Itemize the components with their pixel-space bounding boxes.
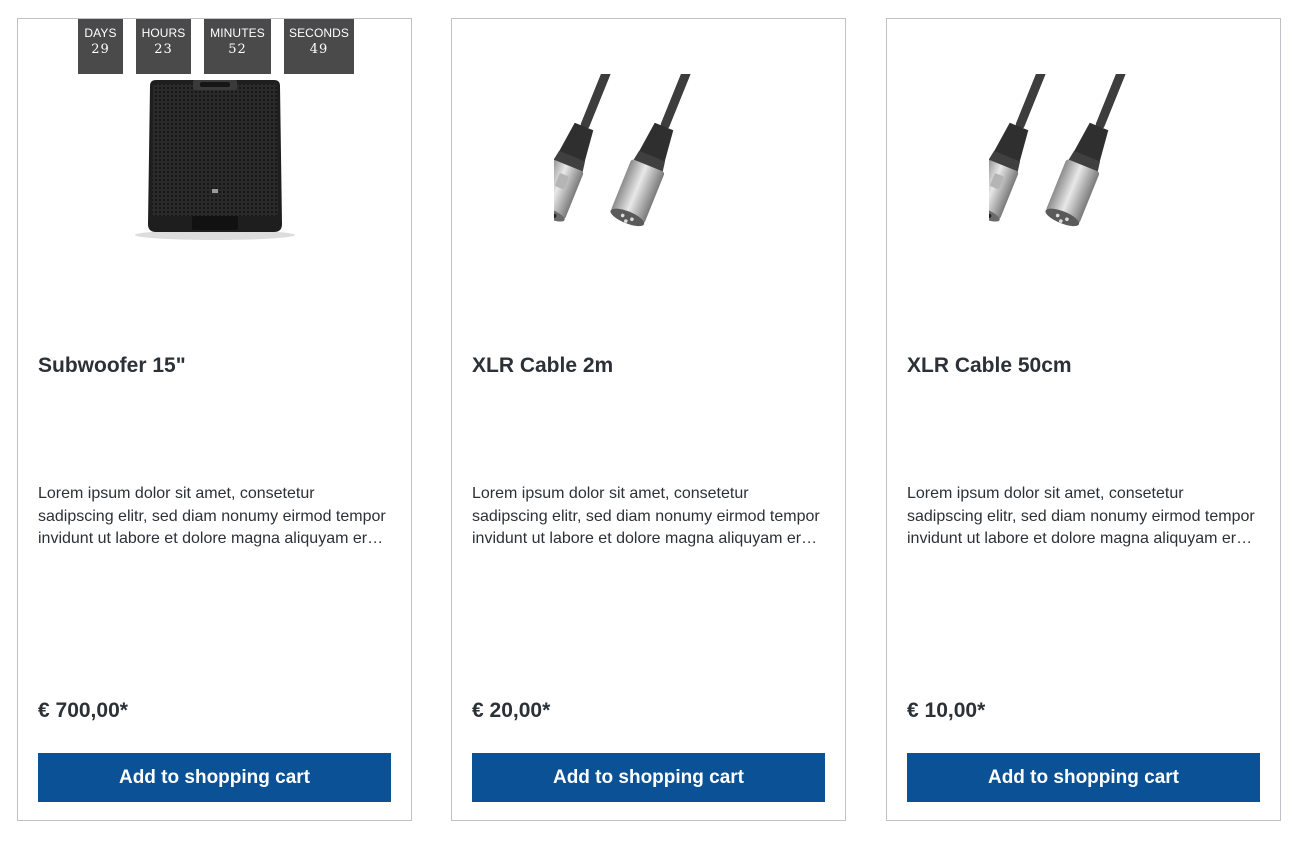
product-description: Lorem ipsum dolor sit amet, consetetur s…: [472, 485, 820, 547]
countdown-timer: DAYS 29 HOURS 23 MINUTES 52 SECONDS 49: [78, 19, 354, 74]
product-name[interactable]: XLR Cable 2m: [472, 352, 825, 380]
product-card: XLR Cable 50cm Lorem ipsum dolor sit ame…: [886, 18, 1281, 821]
countdown-days: DAYS 29: [78, 19, 123, 74]
countdown-seconds-value: 49: [309, 42, 329, 57]
add-to-cart-button[interactable]: Add to shopping cart: [472, 753, 825, 802]
product-name[interactable]: Subwoofer 15": [38, 352, 391, 380]
product-name[interactable]: XLR Cable 50cm: [907, 352, 1260, 380]
countdown-hours-value: 23: [154, 42, 173, 57]
add-to-cart-button[interactable]: Add to shopping cart: [38, 753, 391, 802]
xlr-cable-icon: [553, 74, 693, 227]
countdown-minutes-label: MINUTES: [210, 26, 265, 40]
product-card: XLR Cable 2m Lorem ipsum dolor sit amet,…: [451, 18, 846, 821]
product-grid: DAYS 29 HOURS 23 MINUTES 52 SECONDS 49 S…: [0, 0, 1302, 843]
product-price: € 10,00*: [907, 699, 986, 722]
countdown-seconds: SECONDS 49: [284, 19, 354, 74]
countdown-days-label: DAYS: [84, 26, 117, 40]
product-description: Lorem ipsum dolor sit amet, consetetur s…: [38, 485, 386, 547]
countdown-hours-label: HOURS: [141, 26, 186, 40]
countdown-minutes: MINUTES 52: [204, 19, 271, 74]
product-price: € 700,00*: [38, 699, 128, 722]
product-image-link[interactable]: [18, 74, 411, 254]
xlr-cable-icon: [988, 74, 1128, 227]
product-card: DAYS 29 HOURS 23 MINUTES 52 SECONDS 49 S…: [17, 18, 412, 821]
countdown-days-value: 29: [91, 42, 110, 57]
product-price: € 20,00*: [472, 699, 551, 722]
product-image-link[interactable]: [452, 74, 845, 254]
subwoofer-speaker-icon: [134, 80, 295, 240]
product-description: Lorem ipsum dolor sit amet, consetetur s…: [907, 485, 1255, 547]
countdown-seconds-label: SECONDS: [288, 26, 350, 40]
countdown-hours: HOURS 23: [136, 19, 191, 74]
product-image-link[interactable]: [887, 74, 1280, 254]
add-to-cart-button[interactable]: Add to shopping cart: [907, 753, 1260, 802]
countdown-minutes-value: 52: [228, 42, 247, 57]
